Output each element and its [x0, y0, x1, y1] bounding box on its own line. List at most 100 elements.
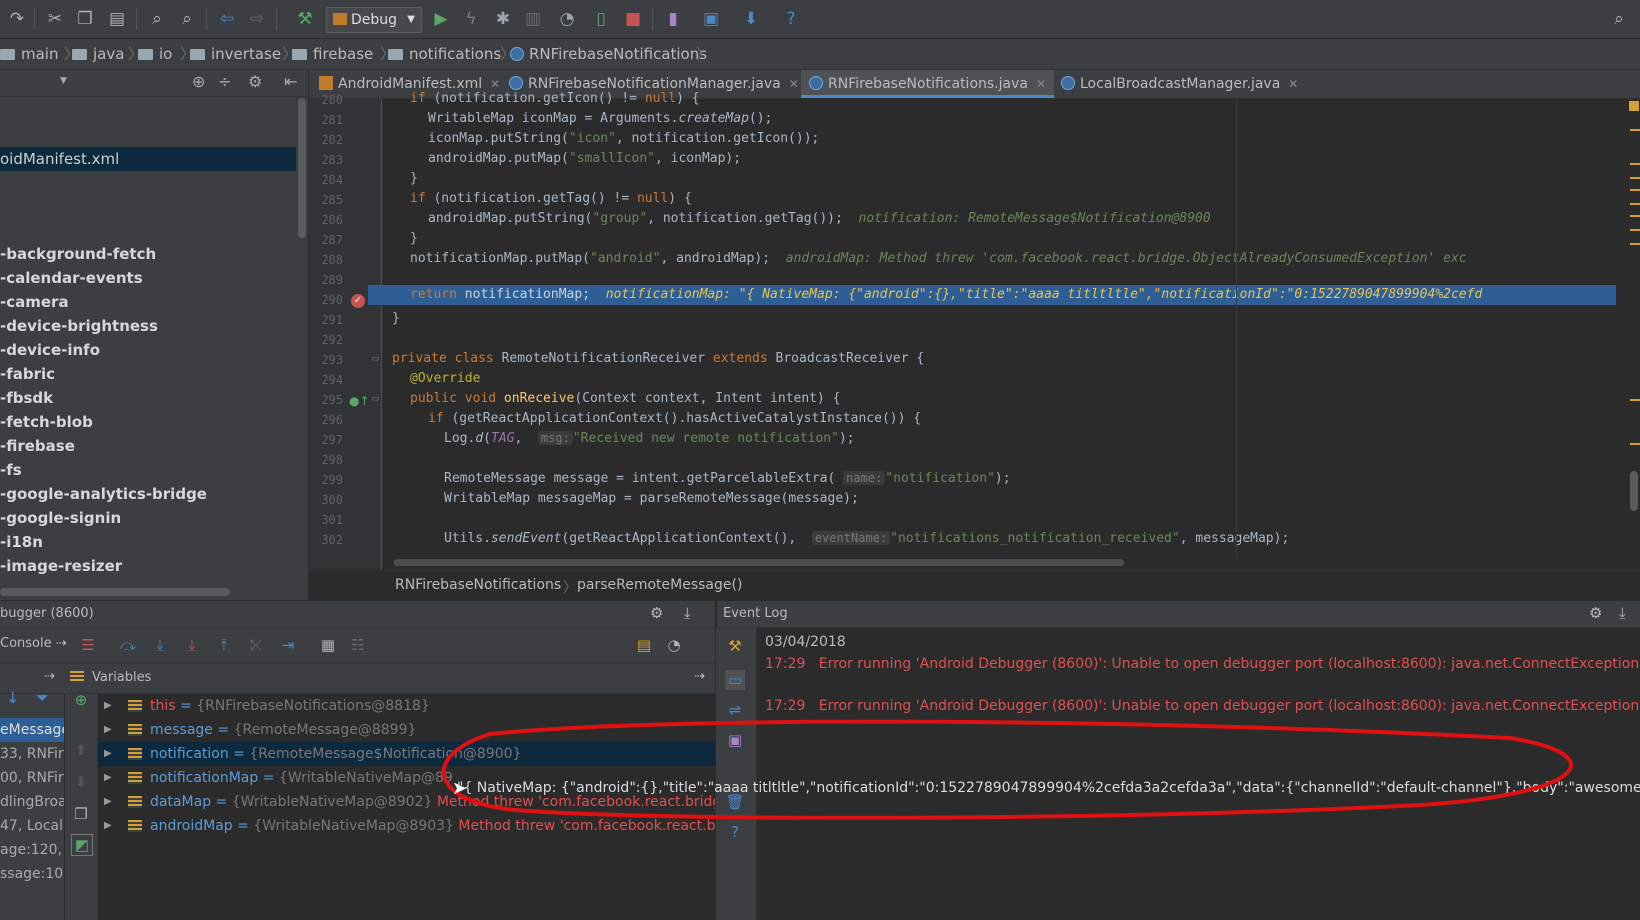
expand-icon[interactable]: ▶ [104, 814, 112, 838]
paste-icon[interactable]: ▤ [106, 8, 128, 30]
gear-icon[interactable]: ⚙ [1589, 604, 1602, 622]
redo-icon[interactable]: ↷ [6, 8, 28, 30]
back-icon[interactable]: ⇦ [216, 8, 238, 30]
help-icon[interactable]: ? [780, 8, 802, 30]
override-marker-icon[interactable]: ●↑ [349, 394, 370, 408]
stripe-mark[interactable] [1630, 229, 1640, 231]
project-vertical-scrollbar[interactable] [298, 98, 306, 238]
project-tree-item[interactable]: -firebase [0, 434, 75, 458]
editor-horizontal-scrollbar[interactable] [394, 559, 1124, 566]
event-log-entry[interactable]: 17:29 Error running 'Android Debugger (8… [765, 698, 1640, 714]
stripe-mark[interactable] [1630, 163, 1640, 165]
breadcrumb-item-invertase[interactable]: invertase [190, 39, 281, 69]
expand-icon[interactable]: ▶ [104, 790, 112, 814]
attach-debugger-icon[interactable]: ▯ [590, 8, 612, 30]
frame-item[interactable]: 47, LocalB [0, 814, 64, 838]
memory-view-icon[interactable]: ◔ [664, 635, 684, 655]
project-tree-item[interactable]: -device-info [0, 338, 100, 362]
run-to-cursor-icon[interactable]: ⇥ [278, 635, 298, 655]
new-watch-icon[interactable]: ⊕ [71, 690, 91, 710]
hide-panel-icon[interactable]: ⇤ [284, 72, 297, 91]
expand-icon[interactable]: ▶ [104, 742, 112, 766]
event-log-entry[interactable]: 17:29 Error running 'Android Debugger (8… [765, 656, 1640, 672]
project-tree-item[interactable]: -google-analytics-bridge [0, 482, 207, 506]
show-execution-point-icon[interactable]: ☰ [78, 635, 98, 655]
fold-icon[interactable]: ▭ [371, 354, 380, 364]
expand-icon[interactable]: ▶ [104, 766, 112, 790]
breadcrumb-item-firebase[interactable]: firebase [292, 39, 373, 69]
close-icon[interactable]: ✕ [1288, 77, 1298, 91]
code-editor[interactable]: if (notification.getIcon() != null) { Wr… [368, 91, 1640, 569]
stripe-mark[interactable] [1630, 189, 1640, 191]
restore-layout-icon[interactable]: ▤ [634, 635, 654, 655]
stripe-mark[interactable] [1630, 177, 1640, 179]
stripe-mark[interactable] [1630, 399, 1640, 401]
project-tree-item[interactable]: -fabric [0, 362, 55, 386]
drop-frame-icon[interactable]: ⤪ [246, 635, 266, 655]
trace-icon[interactable]: ☷ [348, 635, 368, 655]
stripe-mark[interactable] [1630, 129, 1640, 131]
close-icon[interactable]: ✕ [789, 77, 799, 91]
breadcrumb-item-io[interactable]: io [138, 39, 172, 69]
project-tree-item[interactable]: -device-brightness [0, 314, 158, 338]
frame-item[interactable]: 00, RNFire [0, 766, 64, 790]
frame-item[interactable]: eMessage [0, 718, 64, 742]
copy-icon[interactable]: ❐ [71, 804, 91, 824]
step-over-icon[interactable]: ⤼ [118, 635, 138, 655]
avd-manager-icon[interactable]: ▮ [662, 8, 684, 30]
breadcrumb-item-class[interactable]: RNFirebaseNotifications [510, 39, 707, 69]
find-icon[interactable]: ⌕ [146, 8, 168, 30]
move-down-icon[interactable]: ⬇ [71, 772, 91, 792]
profile-icon[interactable]: ◔ [556, 8, 578, 30]
view-image-icon[interactable]: ◩ [71, 834, 93, 856]
move-up-icon[interactable]: ⬆ [71, 740, 91, 760]
breadcrumb-item-notifications[interactable]: notifications [388, 39, 501, 69]
forward-icon[interactable]: ⇨ [246, 8, 268, 30]
pin-icon[interactable]: ⇢ [44, 669, 55, 684]
warning-indicator-icon[interactable] [1629, 101, 1639, 111]
settings-wrench-icon[interactable]: ⚒ [725, 636, 745, 656]
project-tree-item[interactable]: -fs [0, 458, 22, 482]
project-tree-item-manifest[interactable]: oidManifest.xml [0, 147, 296, 171]
breakpoint-icon[interactable]: ✓ [351, 294, 365, 308]
arrow-down-icon[interactable]: ↓ [6, 688, 19, 707]
fold-icon[interactable]: ▭ [371, 394, 380, 404]
frame-item[interactable]: 33, RNFire [0, 742, 64, 766]
project-tree-item[interactable]: -calendar-events [0, 266, 143, 290]
expand-icon[interactable]: ▶ [104, 694, 112, 718]
build-hammer-icon[interactable]: ⚒ [294, 8, 316, 30]
frame-item[interactable]: age:120, L [0, 838, 64, 862]
stripe-mark[interactable] [1630, 243, 1640, 245]
debug-bug-icon[interactable]: ✱ [492, 8, 514, 30]
console-tab[interactable]: Console ⇢ [0, 636, 67, 651]
breadcrumb-item-java[interactable]: java [72, 39, 124, 69]
step-out-icon[interactable]: ⤒ [214, 635, 234, 655]
frame-item[interactable]: ssage:102, [0, 862, 64, 886]
project-structure-icon[interactable]: ▣ [700, 8, 722, 30]
tab-rnfirebase-notifications[interactable]: RNFirebaseNotifications.java ✕ [801, 70, 1055, 98]
stop-icon[interactable]: ■ [622, 8, 644, 30]
variable-row[interactable]: ▶ this = {RNFirebaseNotifications@8818} [98, 694, 715, 718]
tab-local-broadcast-manager[interactable]: LocalBroadcastManager.java ✕ [1061, 70, 1298, 98]
scroll-from-source-icon[interactable]: ⊕ [192, 72, 205, 91]
pin-icon[interactable]: ⇢ [694, 669, 705, 684]
stripe-mark[interactable] [1630, 443, 1640, 445]
gear-icon[interactable]: ⚙ [650, 604, 663, 622]
project-tree-item[interactable]: -fbsdk [0, 386, 53, 410]
expand-icon[interactable]: ▶ [104, 718, 112, 742]
stripe-mark[interactable] [1630, 203, 1640, 205]
error-stripe[interactable] [1628, 99, 1640, 569]
replace-icon[interactable]: ⌕ [176, 8, 198, 30]
hide-icon[interactable]: ⤓ [1619, 604, 1626, 622]
hide-icon[interactable]: ⤓ [684, 604, 691, 622]
project-tree-item[interactable]: -camera [0, 290, 69, 314]
project-tree-item[interactable]: -i18n [0, 530, 43, 554]
breadcrumb-method[interactable]: parseRemoteMessage() [577, 577, 742, 593]
gear-icon[interactable]: ⚙ [248, 72, 262, 91]
stripe-mark[interactable] [1630, 215, 1640, 217]
filter-icon[interactable]: ⏷ [36, 688, 49, 708]
chevron-down-icon[interactable]: ▼ [60, 76, 67, 86]
evaluate-expression-icon[interactable]: ▦ [318, 635, 338, 655]
breadcrumb-class[interactable]: RNFirebaseNotifications [395, 577, 561, 593]
breadcrumb-item-main[interactable]: main [0, 39, 58, 69]
